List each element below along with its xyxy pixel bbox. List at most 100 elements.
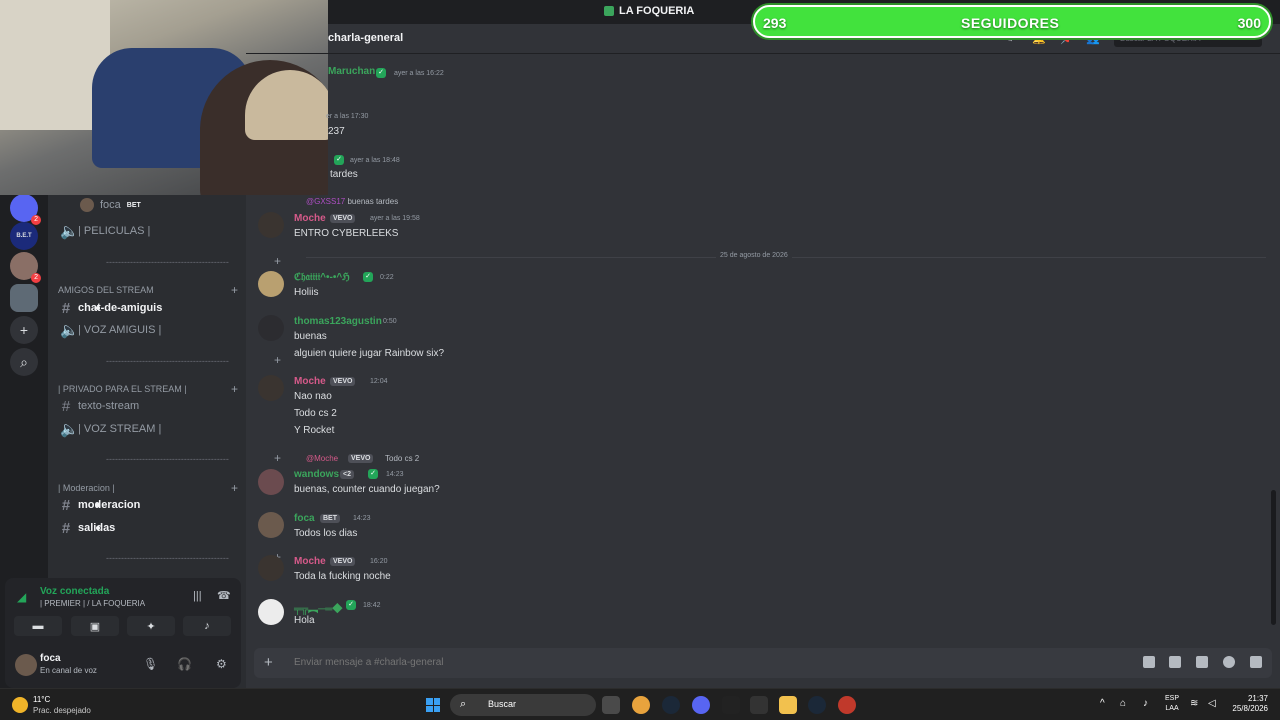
channel-chat-de-amiguis[interactable]: # chat-de-amiguis [56,298,240,318]
message-text: ENTRO CYBERLEEKS [294,228,399,239]
message-input[interactable] [294,657,894,668]
plus-icon[interactable]: + [231,382,238,396]
gift-icon[interactable] [1143,656,1155,668]
speaker-icon: 🔈 [60,223,79,240]
message-author[interactable]: foca [294,513,315,524]
chrome-icon[interactable] [632,696,650,714]
separator: ----------------------------------------… [106,553,229,563]
channel-moderacion[interactable]: # moderacion [56,495,240,515]
message-author[interactable]: ╤╦︻─═◆ [294,600,342,615]
mic-tray-icon[interactable]: ♪ [1143,698,1148,709]
reply-preview[interactable]: @Moche [306,454,338,463]
microphone-icon[interactable]: 🎙 [143,657,158,671]
task-view-icon[interactable] [602,696,620,714]
obs-icon[interactable] [722,696,740,714]
avatar[interactable] [258,599,284,625]
check-icon: ✓ [334,155,344,165]
voice-user-foca[interactable]: foca BET [76,195,260,215]
message-author[interactable]: Maruchan [328,66,375,77]
avatar[interactable] [258,469,284,495]
taskbar-search[interactable]: ⌕ Buscar [450,694,596,716]
message-author[interactable]: Moche [294,376,326,387]
avatar[interactable] [15,654,37,676]
windows-start-icon[interactable] [426,698,440,712]
avatar[interactable] [258,315,284,341]
message-author[interactable]: Moche [294,556,326,567]
emoji-icon[interactable] [1223,656,1235,668]
channel-texto-stream[interactable]: # texto-stream [56,396,240,416]
discord-window: LA FOQUERIA 2 B.E.T 2 + ⌕ foca BET 🔈 | PE… [0,0,1280,720]
soundboard-button[interactable]: ♪ [183,616,231,636]
discover-button[interactable]: ⌕ [10,348,38,376]
screen-share-button[interactable]: ▣ [71,616,119,636]
category-privado[interactable]: | PRIVADO PARA EL STREAM | + [58,382,238,396]
gif-icon[interactable] [1169,656,1181,668]
channel-salidas[interactable]: # salidas [56,518,240,538]
message-author[interactable]: wandows [294,469,339,480]
capcut-icon[interactable] [750,696,768,714]
message-text: Y Rocket [294,425,335,436]
sticker-icon[interactable] [1196,656,1208,668]
gear-icon[interactable]: ⚙ [216,657,227,671]
avatar[interactable] [258,512,284,538]
add-server-button[interactable]: + [10,316,38,344]
channel-voz-stream[interactable]: 🔈 | VOZ STREAM | [56,419,240,439]
weather-desc[interactable]: Prac. despejado [33,706,91,715]
role-tag: BET [126,201,141,209]
message-author[interactable]: Moche [294,213,326,224]
check-icon: ✓ [363,272,373,282]
activities-button[interactable]: ✦ [127,616,175,636]
avatar[interactable] [258,375,284,401]
message-text: Toda la fucking noche [294,571,391,582]
voice-status: Voz conectada [40,586,110,597]
hash-icon: # [61,397,71,415]
app-icon[interactable] [838,696,856,714]
server-icon-4[interactable] [10,284,38,312]
wifi-icon[interactable]: ≋ [1190,698,1198,709]
category-moderacion[interactable]: | Moderacion | + [58,481,238,495]
discord-icon[interactable] [692,696,710,714]
server-icon-bet[interactable]: B.E.T [10,222,38,250]
camera-button[interactable]: ▬ [14,616,62,636]
reply-preview[interactable]: @GXSS17 buenas tardes [306,197,398,206]
network-icon[interactable]: ⌂ [1120,698,1126,709]
avatar [80,198,94,212]
avatar[interactable] [258,212,284,238]
steam-icon-2[interactable] [808,696,826,714]
channel-peliculas[interactable]: 🔈 | PELICULAS | [56,221,240,241]
channel-voz-amiguis[interactable]: 🔈 | VOZ AMIGUIS | [56,320,240,340]
noise-suppression-icon[interactable]: ||| [193,590,202,602]
hash-icon: # [61,519,71,537]
avatar[interactable] [258,555,284,581]
message-author[interactable]: thomas123agustin [294,316,382,327]
plus-icon[interactable]: + [231,283,238,297]
check-icon: ✓ [346,600,356,610]
disconnect-icon[interactable]: ☎ [217,589,231,602]
headphones-icon[interactable]: 🎧 [177,657,192,671]
steam-icon[interactable] [662,696,680,714]
volume-icon[interactable]: ◁ [1208,698,1216,709]
search-icon: ⌕ [460,698,467,710]
category-amigos[interactable]: AMIGOS DEL STREAM + [58,283,238,297]
server-icon-1[interactable]: 2 [10,194,41,225]
plus-icon[interactable]: + [264,654,273,671]
plus-icon[interactable]: + [231,481,238,495]
check-icon: ✓ [368,469,378,479]
weather-temp[interactable]: 11°C [33,695,50,704]
role-tag: VEVO [348,454,374,463]
clock[interactable]: 21:37 25/8/2026 [1222,694,1268,714]
apps-icon[interactable] [1250,656,1262,668]
hash-icon: # [61,299,71,317]
message-time: 14:23 [386,471,404,478]
server-icon-3[interactable]: 2 [10,252,41,283]
folder-icon[interactable] [779,696,797,714]
chevron-up-icon[interactable]: ^ [1100,698,1105,709]
followers-goal: 300 [1237,15,1261,31]
scrollbar[interactable] [1271,490,1276,625]
weather-icon[interactable] [12,697,28,713]
message-time: ayer a las 16:22 [394,70,444,77]
message-author[interactable]: ℭ𝔥𝔞𝔦𝔦𝔦𝔦^•-•^ℌ [294,272,350,283]
soundboard-icon: ♪ [204,620,210,632]
avatar[interactable] [258,271,284,297]
language-indicator[interactable]: ESP LAA [1165,694,1179,714]
